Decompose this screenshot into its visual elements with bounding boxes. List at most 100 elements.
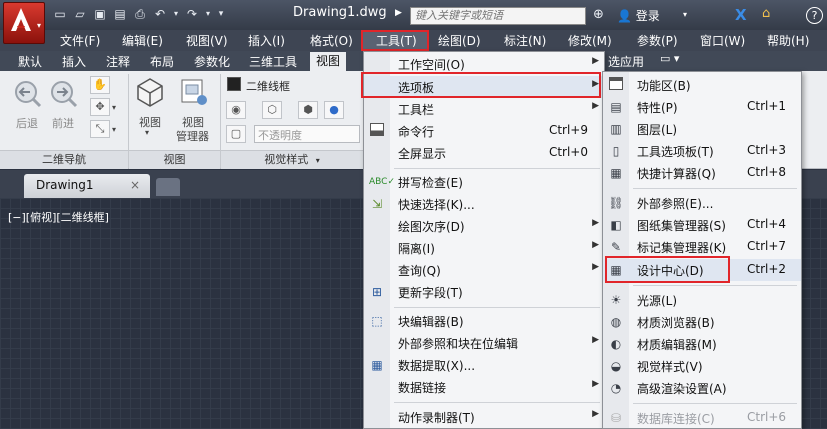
application-menu-button[interactable]: ▾: [3, 2, 45, 44]
menu-item-data-links[interactable]: 数据链接 ▶: [364, 376, 604, 398]
zoom-extents-icon[interactable]: ⤡: [90, 120, 110, 138]
calculator-icon: ▦: [610, 166, 622, 180]
menu-tools[interactable]: 工具(T): [376, 32, 417, 49]
panel-expand-icon[interactable]: ▾: [316, 156, 320, 165]
menu-item-dbconnect[interactable]: ⛁ 数据库连接(C) Ctrl+6: [603, 407, 801, 429]
zoom-dropdown-icon[interactable]: ▾: [112, 125, 116, 134]
menu-item-quick-select[interactable]: ⇲ 快速选择(K)...: [364, 193, 604, 215]
menu-item-clean-screen[interactable]: 全屏显示 Ctrl+0: [364, 142, 604, 164]
print-icon[interactable]: ⎙: [132, 6, 148, 22]
menu-item-shortcut: Ctrl+1: [747, 99, 787, 113]
menu-item-draw-order[interactable]: 绘图次序(D) ▶: [364, 215, 604, 237]
xray-icon[interactable]: ▢: [226, 125, 246, 143]
new-file-icon[interactable]: ▭: [52, 6, 68, 22]
login-dropdown-icon[interactable]: ▾: [683, 10, 687, 19]
undo-icon[interactable]: ↶: [152, 6, 168, 22]
palettes-highlight-box: [361, 72, 601, 98]
view-manager-icon[interactable]: [178, 76, 210, 108]
open-file-icon[interactable]: ▱: [72, 6, 88, 22]
menu-item-label: 块编辑器(B): [398, 315, 464, 329]
tab-insert[interactable]: 插入: [62, 53, 86, 70]
tab-annotate[interactable]: 注释: [106, 53, 130, 70]
opacity-combo[interactable]: 不透明度: [254, 125, 360, 143]
menu-item-xref-edit[interactable]: 外部参照和块在位编辑 ▶: [364, 332, 604, 354]
doc-tab-drawing1[interactable]: Drawing1 ×: [24, 174, 150, 198]
material-sphere-icon[interactable]: ●: [324, 101, 344, 119]
save-icon[interactable]: ▣: [92, 6, 108, 22]
menu-item-properties[interactable]: ▤ 特性(P) Ctrl+1: [603, 96, 801, 118]
search-input[interactable]: [410, 7, 586, 25]
undo-dropdown-icon[interactable]: ▾: [172, 6, 180, 22]
submenu-arrow-icon: ▶: [592, 379, 599, 389]
ribbon-minimize-icon[interactable]: ▭ ▾: [660, 52, 679, 65]
menu-item-materials-editor[interactable]: ◐ 材质编辑器(M): [603, 333, 801, 355]
visual-style-combo[interactable]: 二维线框: [246, 78, 290, 94]
tab-layout[interactable]: 布局: [150, 53, 174, 70]
tab-featured-apps[interactable]: 选应用: [608, 53, 644, 70]
menu-item-lights[interactable]: ☀ 光源(L): [603, 289, 801, 311]
menu-item-markup-set-manager[interactable]: ✎ 标记集管理器(K) Ctrl+7: [603, 236, 801, 258]
menu-item-inquiry[interactable]: 查询(Q) ▶: [364, 259, 604, 281]
sheet-set-icon: ◧: [610, 218, 622, 232]
menu-file[interactable]: 文件(F): [60, 32, 100, 49]
exchange-icon[interactable]: X: [735, 6, 747, 24]
tab-home[interactable]: 默认: [18, 53, 42, 70]
menu-item-label: 工具栏: [398, 103, 435, 117]
render-settings-icon: ◔: [610, 381, 622, 395]
viewport-controls[interactable]: [−][俯视][二维线框]: [8, 209, 109, 225]
submenu-arrow-icon: ▶: [592, 101, 599, 111]
menu-insert[interactable]: 插入(I): [248, 32, 285, 49]
customize-qat-icon[interactable]: ▾: [216, 6, 226, 22]
menu-item-label: 数据库连接(C): [637, 412, 715, 426]
menu-item-label: 高级渲染设置(A): [637, 382, 727, 396]
view-dropdown-icon[interactable]: ▾: [145, 128, 149, 137]
menu-item-shortcut: Ctrl+6: [747, 410, 787, 424]
tab-parametric[interactable]: 参数化: [194, 53, 230, 70]
menu-item-block-editor[interactable]: ⬚ 块编辑器(B): [364, 310, 604, 332]
menu-item-label: 材质浏览器(B): [637, 316, 715, 330]
edge-style-icon[interactable]: ⬡: [262, 101, 282, 119]
menu-item-toolbars[interactable]: 工具栏 ▶: [364, 98, 604, 120]
view-cube-icon[interactable]: [134, 76, 166, 108]
shade-sphere-icon[interactable]: ◉: [226, 101, 246, 119]
menu-item-quickcalc[interactable]: ▦ 快捷计算器(Q) Ctrl+8: [603, 162, 801, 184]
nav-panel-title: 二维导航: [0, 150, 128, 169]
orbit-icon[interactable]: ✥: [90, 98, 110, 116]
menu-item-isolate[interactable]: 隔离(I) ▶: [364, 237, 604, 259]
new-tab-icon[interactable]: [156, 178, 180, 196]
save-as-icon[interactable]: ▤: [112, 6, 128, 22]
help-icon[interactable]: ?: [806, 7, 823, 24]
pan-icon[interactable]: ✋: [90, 76, 110, 94]
forward-icon[interactable]: [48, 78, 80, 110]
menu-view[interactable]: 视图(V): [186, 32, 228, 49]
menu-item-tool-palettes[interactable]: ▯ 工具选项板(T) Ctrl+3: [603, 140, 801, 162]
orbit-dropdown-icon[interactable]: ▾: [112, 103, 116, 112]
menu-item-data-extraction[interactable]: ▦ 数据提取(X)...: [364, 354, 604, 376]
menu-edit[interactable]: 编辑(E): [122, 32, 163, 49]
tab-3d-tools[interactable]: 三维工具: [249, 53, 297, 70]
menu-item-visual-styles[interactable]: ◒ 视觉样式(V): [603, 355, 801, 377]
menu-format[interactable]: 格式(O): [310, 32, 353, 49]
expand-search-icon[interactable]: ▶: [395, 8, 402, 18]
palettes-submenu: 功能区(B) ▤ 特性(P) Ctrl+1 ▥ 图层(L) ▯ 工具选项板(T)…: [602, 71, 802, 429]
menu-item-sheet-set-manager[interactable]: ◧ 图纸集管理器(S) Ctrl+4: [603, 214, 801, 236]
tab-view[interactable]: 视图: [310, 52, 347, 71]
back-icon[interactable]: [12, 78, 44, 110]
menu-item-external-references[interactable]: ⛓ 外部参照(E)...: [603, 192, 801, 214]
menu-item-command-line[interactable]: 命令行 Ctrl+9: [364, 120, 604, 142]
binoculars-icon[interactable]: ⊕: [593, 7, 604, 22]
app-store-icon[interactable]: ⌂: [762, 6, 770, 21]
menu-item-ribbon[interactable]: 功能区(B): [603, 74, 801, 96]
face-color-icon[interactable]: ⬢: [298, 101, 318, 119]
visual-style-panel-label: 视觉样式: [264, 153, 309, 166]
menu-item-materials-browser[interactable]: ◍ 材质浏览器(B): [603, 311, 801, 333]
menu-item-layers[interactable]: ▥ 图层(L): [603, 118, 801, 140]
redo-icon[interactable]: ↷: [184, 6, 200, 22]
menu-item-update-fields[interactable]: ⊞ 更新字段(T): [364, 281, 604, 303]
menu-item-advanced-render[interactable]: ◔ 高级渲染设置(A): [603, 377, 801, 399]
menu-item-action-recorder[interactable]: 动作录制器(T) ▶: [364, 406, 604, 428]
close-icon[interactable]: ×: [130, 178, 140, 192]
redo-dropdown-icon[interactable]: ▾: [204, 6, 212, 22]
menu-item-spelling[interactable]: ABC✓ 拼写检查(E): [364, 171, 604, 193]
login-button[interactable]: 👤 登录: [617, 7, 660, 24]
